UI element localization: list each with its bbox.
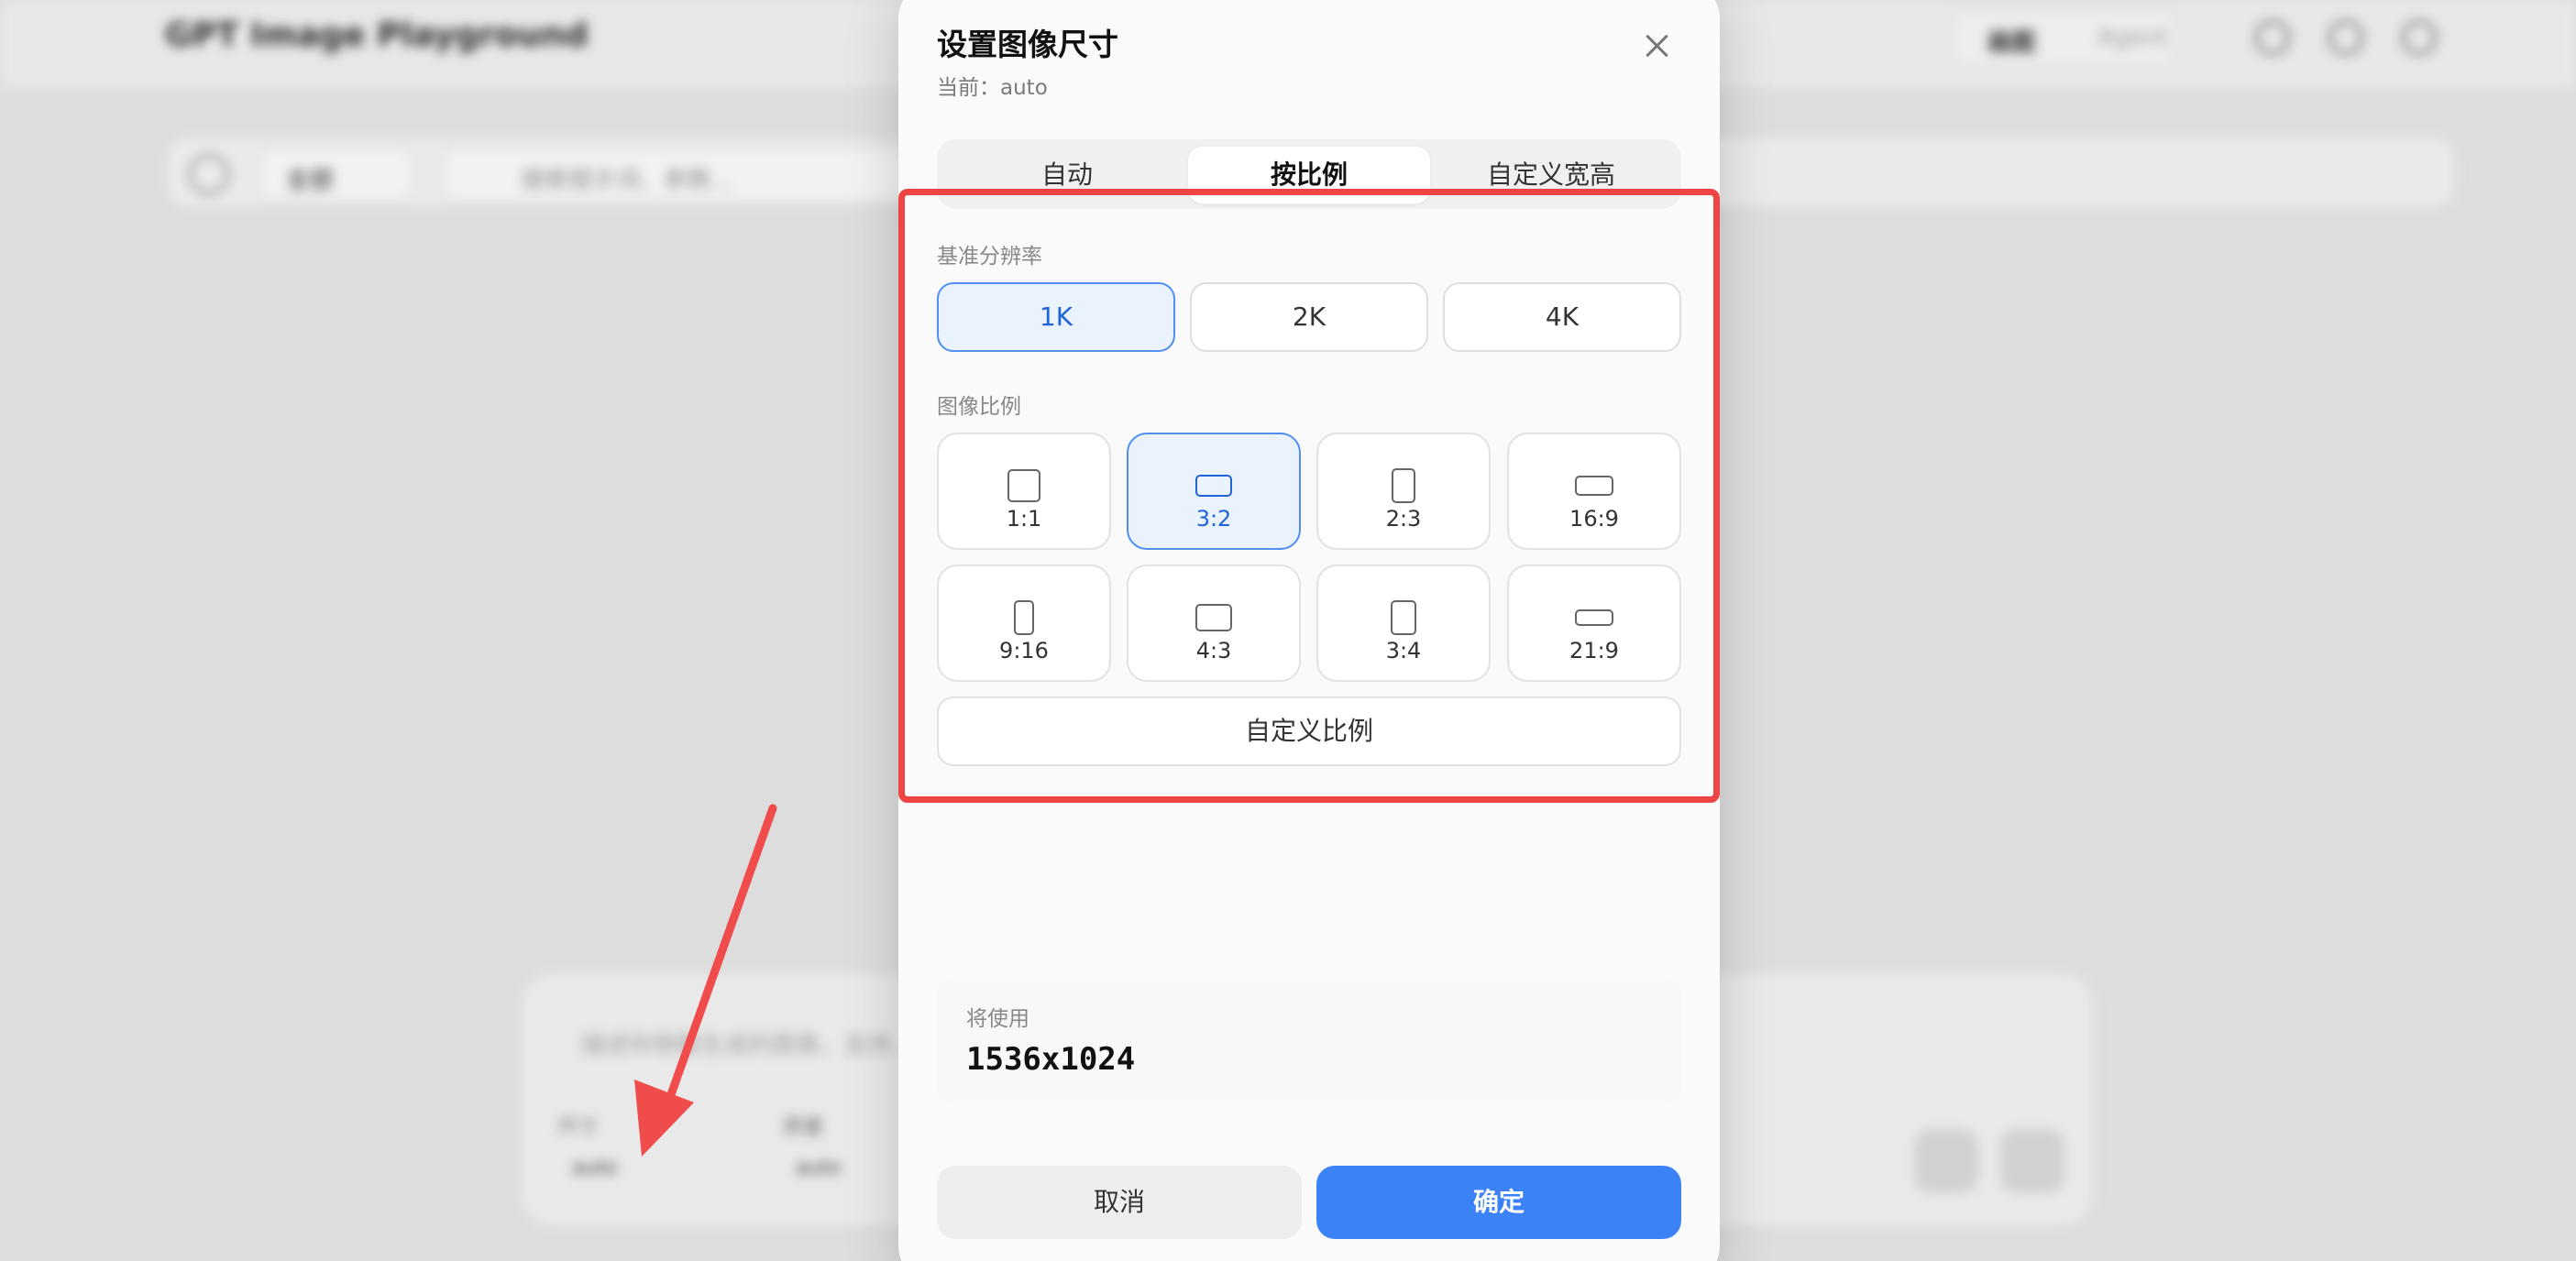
resolution-label: 基准分辨率 <box>937 245 1042 269</box>
ultrawide-shape-icon <box>1575 609 1613 626</box>
ratio-option-label: 21:9 <box>1569 638 1619 663</box>
ratio-option[interactable]: 4:3 <box>1127 565 1301 682</box>
resolution-option-1k[interactable]: 1K <box>937 282 1175 352</box>
ratio-option[interactable]: 2:3 <box>1316 433 1491 550</box>
ratio-option-label: 9:16 <box>999 638 1049 663</box>
ratio-option-label: 2:3 <box>1385 506 1422 532</box>
resolution-option-2k[interactable]: 2K <box>1190 282 1428 352</box>
ratio-option-label: 4:3 <box>1195 638 1232 663</box>
cancel-button[interactable]: 取消 <box>937 1166 1302 1239</box>
ratio-option[interactable]: 1:1 <box>937 433 1111 550</box>
ratio-option-label: 3:2 <box>1195 506 1232 532</box>
ratio-option[interactable]: 9:16 <box>937 565 1111 682</box>
ratio-option-label: 3:4 <box>1385 638 1422 663</box>
landscape-shape-icon <box>1195 475 1232 497</box>
ratio-option-label: 1:1 <box>1006 506 1042 532</box>
portrait-shape-icon <box>1392 468 1415 503</box>
landscape-shape-icon <box>1195 604 1232 631</box>
tall-shape-icon <box>1014 600 1034 635</box>
square-shape-icon <box>1007 469 1040 502</box>
ratio-option[interactable]: 16:9 <box>1507 433 1681 550</box>
resolved-size-value: 1536x1024 <box>966 1041 1136 1078</box>
wide-shape-icon <box>1575 476 1613 496</box>
resolved-size-box: 将使用 1536x1024 <box>937 977 1681 1105</box>
portrait-shape-icon <box>1391 600 1416 635</box>
dialog-title: 设置图像尺寸 <box>937 27 1118 62</box>
will-use-label: 将使用 <box>966 1007 1029 1031</box>
confirm-button[interactable]: 确定 <box>1316 1166 1681 1239</box>
ratio-label: 图像比例 <box>937 395 1021 419</box>
image-size-dialog: 设置图像尺寸 当前：auto 自动 按比例 自定义宽高 基准分辨率 1K 2K … <box>898 0 1720 1261</box>
ratio-option[interactable]: 21:9 <box>1507 565 1681 682</box>
current-size-text: 当前：auto <box>937 76 1048 100</box>
ratio-option[interactable]: 3:4 <box>1316 565 1491 682</box>
ratio-option[interactable]: 3:2 <box>1127 433 1301 550</box>
close-icon[interactable] <box>1637 26 1678 66</box>
resolution-option-4k[interactable]: 4K <box>1443 282 1681 352</box>
custom-ratio-button[interactable]: 自定义比例 <box>937 696 1681 766</box>
ratio-option-label: 16:9 <box>1569 506 1619 532</box>
